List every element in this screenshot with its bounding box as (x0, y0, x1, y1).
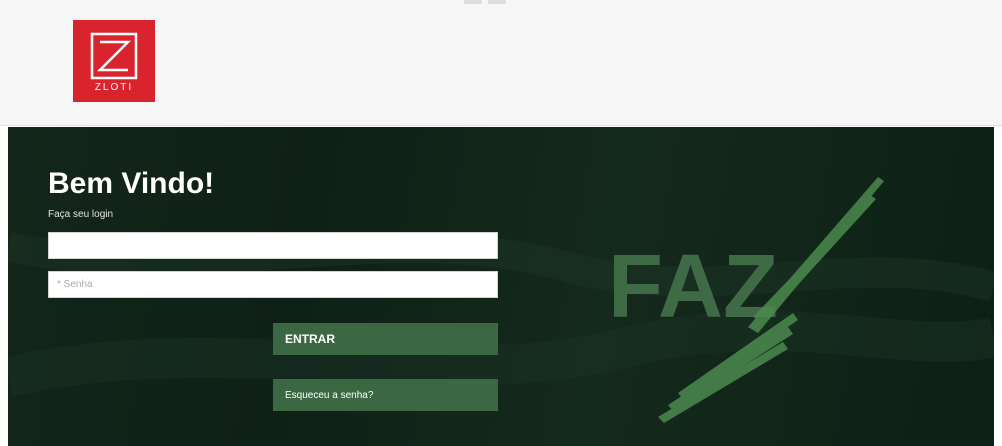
logo-text: ZLOTI (94, 82, 134, 93)
username-input[interactable] (48, 232, 498, 259)
top-tab-indicators (464, 0, 512, 4)
welcome-title: Bem Vindo! (48, 167, 215, 200)
faz-brand-logo: FAZ (608, 177, 884, 423)
enter-button[interactable]: ENTRAR (273, 323, 498, 355)
top-header: ZLOTI (0, 0, 1002, 126)
login-subtitle: Faça seu login (48, 209, 114, 220)
password-input[interactable] (48, 271, 498, 298)
forgot-password-button[interactable]: Esqueceu a senha? (273, 379, 498, 411)
zloti-logo[interactable]: ZLOTI (73, 20, 155, 102)
zloti-logo-mark-icon (90, 32, 138, 80)
login-hero: Bem Vindo! Faça seu login ENTRAR Esquece… (8, 127, 994, 446)
